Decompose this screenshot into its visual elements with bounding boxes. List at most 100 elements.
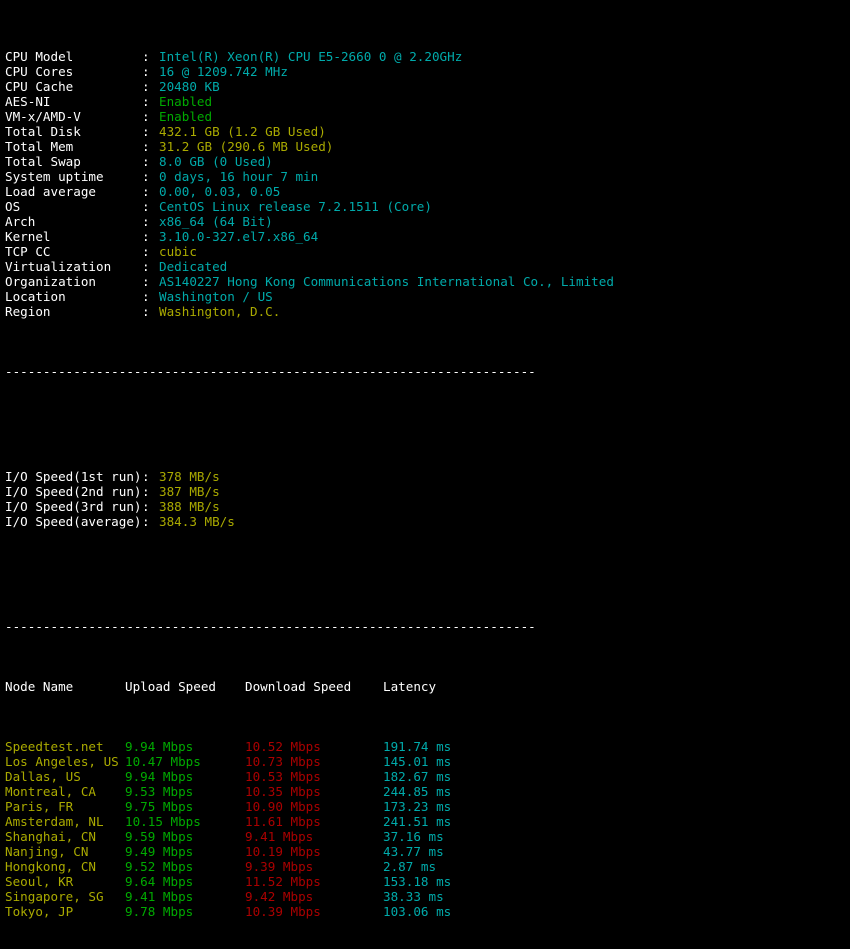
- sysinfo-row: TCP CC: cubic: [5, 244, 850, 259]
- speedtest-node-name: Singapore, SG: [5, 889, 104, 904]
- sysinfo-row: Load average:0.00, 0.03, 0.05: [5, 184, 850, 199]
- sysinfo-colon: :: [142, 64, 150, 79]
- sysinfo-row: Region: Washington, D.C.: [5, 304, 850, 319]
- io-speed-label: I/O Speed(average): [5, 514, 142, 529]
- io-speed-value: 384.3 MB/s: [159, 514, 235, 529]
- speedtest-download-speed: 9.41 Mbps: [245, 829, 314, 844]
- sysinfo-colon: :: [142, 139, 150, 154]
- sysinfo-row: System uptime:0 days, 16 hour 7 min: [5, 169, 850, 184]
- speedtest-download-speed: 10.73 Mbps: [245, 754, 321, 769]
- speedtest-download-speed: 10.39 Mbps: [245, 904, 321, 919]
- sysinfo-value: AS140227 Hong Kong Communications Intern…: [159, 274, 614, 289]
- speedtest-row: Montreal, CA 9.53 Mbps 10.35 Mbps 244.85 ms: [5, 784, 850, 799]
- speedtest-download-speed: 9.39 Mbps: [245, 859, 314, 874]
- io-speed-row: I/O Speed(2nd run): 387 MB/s: [5, 484, 850, 499]
- sysinfo-row: Kernel:3.10.0-327.el7.x86_64: [5, 229, 850, 244]
- sysinfo-colon: :: [142, 244, 150, 259]
- io-speed-label: I/O Speed(3rd run): [5, 499, 142, 514]
- sysinfo-row: CPU Cache:20480 KB: [5, 79, 850, 94]
- speedtest-header-row: Node Name Upload Speed Download Speed Laten…: [5, 679, 850, 694]
- speedtest-node-name: Amsterdam, NL: [5, 814, 104, 829]
- speedtest-upload-speed: 10.15 Mbps: [125, 814, 201, 829]
- sysinfo-row: OS: CentOS Linux release 7.2.1511 (Core): [5, 199, 850, 214]
- column-header-node-name: Node Name: [5, 679, 74, 694]
- speedtest-latency: 43.77 ms: [383, 844, 444, 859]
- sysinfo-colon: :: [142, 94, 150, 109]
- speedtest-latency: 241.51 ms: [383, 814, 452, 829]
- speedtest-row: Paris, FR 9.75 Mbps 10.90 Mbps 173.23 ms: [5, 799, 850, 814]
- speedtest-row: Los Angeles, US 10.47 Mbps 10.73 Mbps 145.0…: [5, 754, 850, 769]
- sysinfo-value: x86_64 (64 Bit): [159, 214, 273, 229]
- speedtest-node-name: Seoul, KR: [5, 874, 74, 889]
- io-speed-row: I/O Speed(average): 384.3 MB/s: [5, 514, 850, 529]
- speedtest-latency: 244.85 ms: [383, 784, 452, 799]
- sysinfo-row: VM-x/AMD-V: Enabled: [5, 109, 850, 124]
- sysinfo-value: Enabled: [159, 109, 213, 124]
- speedtest-download-speed: 10.90 Mbps: [245, 799, 321, 814]
- io-speed-colon: :: [142, 484, 150, 499]
- speedtest-upload-speed: 9.53 Mbps: [125, 784, 194, 799]
- speedtest-node-name: Speedtest.net: [5, 739, 104, 754]
- system-info-block: CPU Model: Intel(R) Xeon(R) CPU E5-2660 0…: [5, 49, 850, 319]
- sysinfo-label: TCP CC: [5, 244, 51, 259]
- sysinfo-colon: :: [142, 169, 150, 184]
- sysinfo-label: Total Mem: [5, 139, 74, 154]
- sysinfo-label: Virtualization: [5, 259, 112, 274]
- speedtest-node-name: Los Angeles, US: [5, 754, 119, 769]
- sysinfo-value: Dedicated: [159, 259, 228, 274]
- sysinfo-row: Total Mem:31.2 GB (290.6 MB Used): [5, 139, 850, 154]
- speedtest-row: Singapore, SG 9.41 Mbps 9.42 Mbps 38.33 ms: [5, 889, 850, 904]
- sysinfo-colon: :: [142, 154, 150, 169]
- sysinfo-row: CPU Cores:16 @ 1209.742 MHz: [5, 64, 850, 79]
- separator-line-2: ----------------------------------------…: [5, 619, 536, 634]
- speedtest-node-name: Paris, FR: [5, 799, 74, 814]
- sysinfo-row: Organization: AS140227 Hong Kong Communic…: [5, 274, 850, 289]
- speedtest-download-speed: 10.52 Mbps: [245, 739, 321, 754]
- speedtest-latency: 153.18 ms: [383, 874, 452, 889]
- speedtest-node-name: Nanjing, CN: [5, 844, 89, 859]
- io-speed-value: 378 MB/s: [159, 469, 220, 484]
- speedtest-row: Tokyo, JP 9.78 Mbps 10.39 Mbps 103.06 ms: [5, 904, 850, 919]
- sysinfo-label: CPU Cache: [5, 79, 74, 94]
- speedtest-upload-speed: 9.75 Mbps: [125, 799, 194, 814]
- speedtest-results-block: Speedtest.net 9.94 Mbps 10.52 Mbps 191.74 m…: [5, 739, 850, 919]
- speedtest-row: Dallas, US 9.94 Mbps 10.53 Mbps 182.67 ms: [5, 769, 850, 784]
- speedtest-download-speed: 11.52 Mbps: [245, 874, 321, 889]
- sysinfo-value: Washington, D.C.: [159, 304, 281, 319]
- sysinfo-colon: :: [142, 199, 150, 214]
- sysinfo-value: cubic: [159, 244, 197, 259]
- speedtest-row: Nanjing, CN 9.49 Mbps 10.19 Mbps 43.77 ms: [5, 844, 850, 859]
- sysinfo-label: AES-NI: [5, 94, 51, 109]
- speedtest-row: Shanghai, CN 9.59 Mbps 9.41 Mbps 37.16 ms: [5, 829, 850, 844]
- speedtest-latency: 173.23 ms: [383, 799, 452, 814]
- speedtest-latency: 191.74 ms: [383, 739, 452, 754]
- sysinfo-colon: :: [142, 289, 150, 304]
- column-header-latency: Latency: [383, 679, 437, 694]
- io-speed-row: I/O Speed(1st run): 378 MB/s: [5, 469, 850, 484]
- speedtest-download-speed: 9.42 Mbps: [245, 889, 314, 904]
- sysinfo-colon: :: [142, 274, 150, 289]
- sysinfo-colon: :: [142, 109, 150, 124]
- speedtest-node-name: Tokyo, JP: [5, 904, 74, 919]
- sysinfo-colon: :: [142, 49, 150, 64]
- speedtest-latency: 182.67 ms: [383, 769, 452, 784]
- sysinfo-row: Total Disk:432.1 GB (1.2 GB Used): [5, 124, 850, 139]
- sysinfo-row: Total Swap:8.0 GB (0 Used): [5, 154, 850, 169]
- sysinfo-label: VM-x/AMD-V: [5, 109, 81, 124]
- sysinfo-value: Enabled: [159, 94, 213, 109]
- sysinfo-value: 0.00, 0.03, 0.05: [159, 184, 281, 199]
- speedtest-row: Seoul, KR 9.64 Mbps 11.52 Mbps 153.18 ms: [5, 874, 850, 889]
- speedtest-latency: 145.01 ms: [383, 754, 452, 769]
- speedtest-latency: 103.06 ms: [383, 904, 452, 919]
- sysinfo-value: 31.2 GB (290.6 MB Used): [159, 139, 334, 154]
- sysinfo-row: AES-NI: Enabled: [5, 94, 850, 109]
- sysinfo-colon: :: [142, 184, 150, 199]
- column-header-download-speed: Download Speed: [245, 679, 352, 694]
- io-speed-row: I/O Speed(3rd run): 388 MB/s: [5, 499, 850, 514]
- speedtest-upload-speed: 9.49 Mbps: [125, 844, 194, 859]
- sysinfo-colon: :: [142, 124, 150, 139]
- speedtest-row: Speedtest.net 9.94 Mbps 10.52 Mbps 191.74 m…: [5, 739, 850, 754]
- sysinfo-value: 20480 KB: [159, 79, 220, 94]
